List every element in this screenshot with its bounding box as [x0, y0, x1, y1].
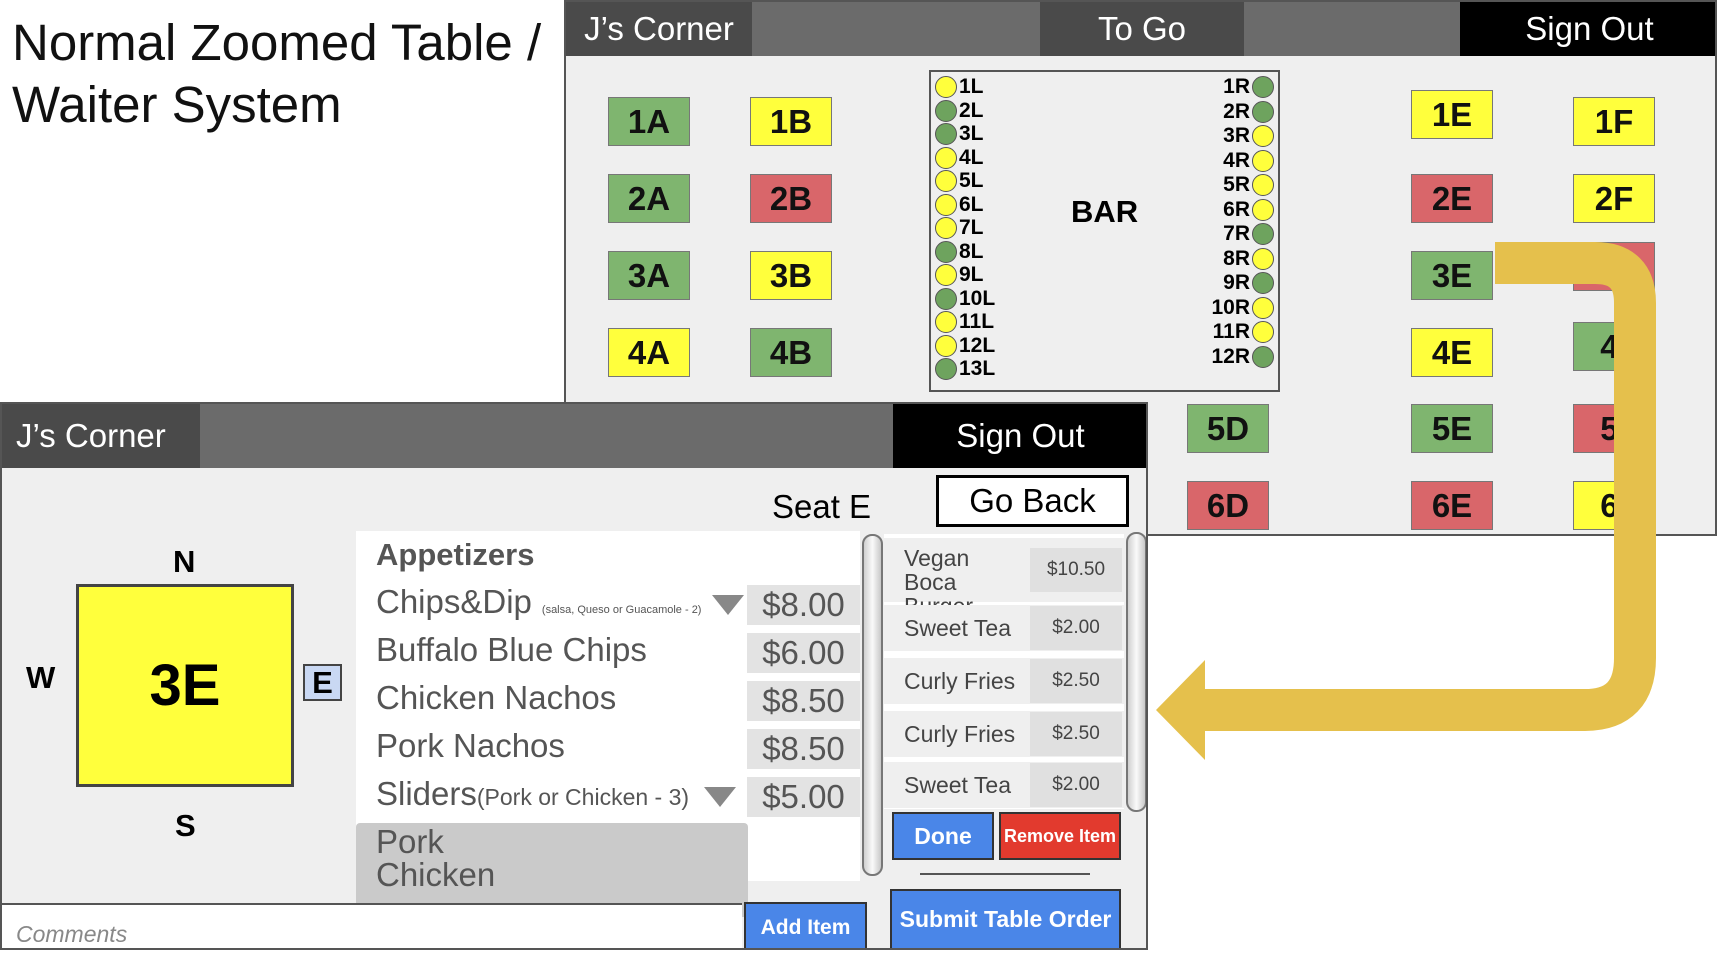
canvas: Normal Zoomed Table / Waiter System J’s …	[0, 0, 1722, 964]
flow-arrow-icon	[1156, 242, 1656, 760]
